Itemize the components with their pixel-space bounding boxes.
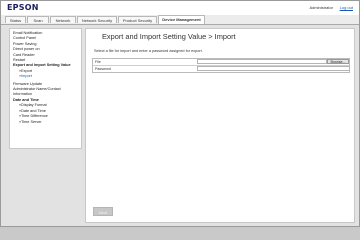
password-label: Password (95, 67, 111, 71)
main-panel: Export and Import Setting Value > Import… (85, 28, 355, 223)
file-row: File Browse... (93, 59, 349, 66)
tab-network-security[interactable]: Network Security (77, 16, 117, 23)
tab-status[interactable]: Status (5, 16, 26, 23)
page-title: Export and Import Setting Value > Import (102, 32, 236, 41)
browser-window: EPSON Administrator Log out Status Scan … (0, 0, 360, 227)
tab-network[interactable]: Network (50, 16, 76, 23)
top-bar: EPSON Administrator Log out (1, 1, 359, 15)
logout-link[interactable]: Log out (340, 5, 353, 10)
file-label: File (95, 60, 101, 64)
password-field[interactable] (197, 66, 350, 71)
next-button[interactable]: Next (93, 207, 113, 216)
file-path-field[interactable] (197, 59, 327, 64)
sidebar-item-admin-contact[interactable]: Administrator Name/Contact Information (13, 87, 78, 96)
tab-scan[interactable]: Scan (27, 16, 49, 23)
import-form: File Browse... Password (92, 58, 350, 73)
sidebar-item-import[interactable]: »Import (13, 74, 78, 79)
tab-device-management[interactable]: Device Management (158, 15, 205, 24)
sidebar-menu: Email Notification Control Panel Power S… (9, 28, 82, 149)
tab-product-security[interactable]: Product Security (118, 16, 157, 23)
browse-button[interactable]: Browse... (327, 59, 349, 64)
epson-logo: EPSON (7, 3, 39, 12)
instruction-text: Select a file for import and enter a pas… (94, 49, 203, 53)
password-row: Password (93, 66, 350, 72)
admin-label: Administrator (309, 5, 333, 10)
sidebar-item-time-server[interactable]: »Time Server (13, 120, 78, 125)
tab-strip: Status Scan Network Network Security Pro… (1, 15, 359, 25)
